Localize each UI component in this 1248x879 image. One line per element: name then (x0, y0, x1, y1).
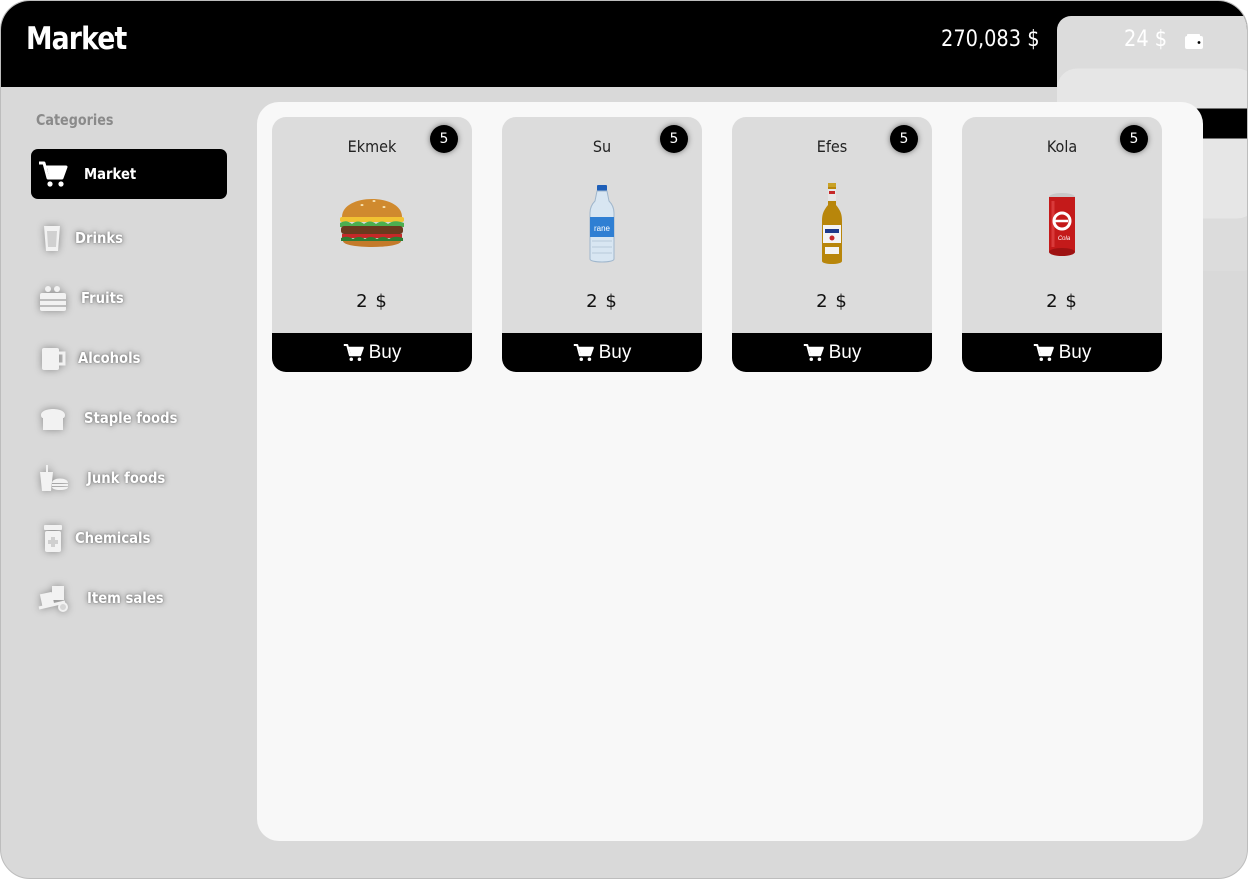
sidebar-item-fruits[interactable]: Fruits (31, 273, 227, 323)
sidebar-item-label: Alcohols (78, 349, 141, 367)
crate-icon (40, 286, 66, 311)
sidebar-item-label: Junk foods (87, 469, 166, 487)
product-price: 2 $ (816, 291, 848, 312)
sidebar-item-label: Fruits (81, 289, 124, 307)
header-bar: Market 270,083 $ 24 $ (1, 1, 1247, 271)
cart-icon (573, 344, 594, 362)
mug-icon (42, 348, 66, 370)
product-card: Ekmek 5 2 $ Buy (272, 117, 472, 372)
product-grid: Ekmek 5 2 $ Buy Su 5 rane 2 $ Buy Efes 5… (257, 102, 1203, 841)
sidebar-item-staple-foods[interactable]: Staple foods (31, 393, 227, 443)
cash-balance: 24 $ (1124, 27, 1168, 52)
product-price: 2 $ (1046, 291, 1078, 312)
buy-button[interactable]: Buy (502, 333, 702, 372)
sidebar-item-market[interactable]: Market (31, 149, 227, 199)
stock-badge: 5 (430, 125, 458, 153)
sidebar-item-label: Item sales (87, 589, 164, 607)
sidebar-item-chemicals[interactable]: Chemicals (31, 513, 227, 563)
stock-badge: 5 (660, 125, 688, 153)
buy-button-label: Buy (598, 341, 632, 363)
buy-button[interactable]: Buy (732, 333, 932, 372)
stock-badge: 5 (890, 125, 918, 153)
page-title: Market (26, 21, 127, 57)
sidebar-item-label: Chemicals (75, 529, 151, 547)
cart-icon (1033, 344, 1054, 362)
bread-icon (41, 409, 65, 430)
cup-icon (44, 226, 60, 251)
svg-text:Cola: Cola (1058, 236, 1071, 242)
product-card: Kola 5 Cola 2 $ Buy (962, 117, 1162, 372)
buy-button-label: Buy (1058, 341, 1092, 363)
product-card: Efes 5 2 $ Buy (732, 117, 932, 372)
fastfood-icon (40, 465, 68, 491)
sidebar-item-item-sales[interactable]: Item sales (31, 573, 227, 623)
buy-button[interactable]: Buy (272, 333, 472, 372)
sidebar-item-label: Market (84, 165, 137, 183)
buy-button-label: Buy (828, 341, 862, 363)
stock-badge: 5 (1120, 125, 1148, 153)
buy-button[interactable]: Buy (962, 333, 1162, 372)
cola-can-image: Cola (1049, 193, 1075, 256)
category-sidebar: Categories Market Drinks Fruits Alcohols… (1, 87, 251, 878)
product-card: Su 5 rane 2 $ Buy (502, 117, 702, 372)
svg-text:rane: rane (594, 224, 611, 233)
categories-heading: Categories (36, 111, 114, 129)
dolly-icon (38, 586, 68, 612)
sidebar-item-label: Drinks (75, 229, 124, 247)
sidebar-item-drinks[interactable]: Drinks (31, 213, 227, 263)
wallet-icon (1185, 34, 1203, 49)
bank-balance: 270,083 $ (941, 27, 1040, 52)
burger-image (340, 199, 404, 247)
sidebar-item-label: Staple foods (84, 409, 178, 427)
beer-bottle-image (822, 183, 842, 264)
buy-button-label: Buy (368, 341, 402, 363)
cart-icon (39, 161, 68, 187)
product-price: 2 $ (586, 291, 618, 312)
market-window: Market 270,083 $ 24 $ Categories Market (0, 0, 1248, 879)
sidebar-item-alcohols[interactable]: Alcohols (31, 333, 227, 383)
sidebar-item-junk-foods[interactable]: Junk foods (31, 453, 227, 503)
cart-icon (803, 344, 824, 362)
cart-icon (343, 344, 364, 362)
water-bottle-image: rane (589, 185, 615, 263)
bottle-icon (44, 525, 62, 552)
product-price: 2 $ (356, 291, 388, 312)
